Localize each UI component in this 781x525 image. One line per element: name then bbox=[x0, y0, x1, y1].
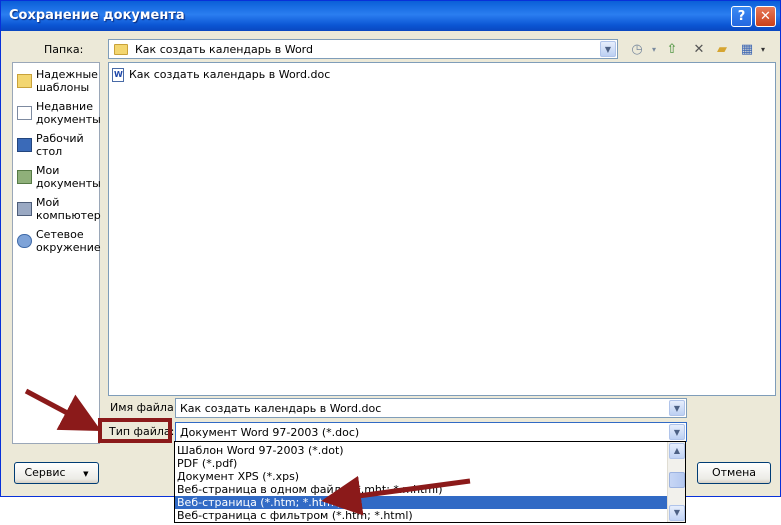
place-network[interactable]: Сетевое окружение bbox=[15, 228, 101, 258]
views-dropdown-icon[interactable]: ▾ bbox=[758, 42, 768, 58]
place-trusted-templates[interactable]: Надежные шаблоны bbox=[15, 68, 99, 98]
back-dropdown-icon[interactable]: ▾ bbox=[649, 42, 659, 58]
filetype-value: Документ Word 97-2003 (*.doc) bbox=[180, 426, 360, 439]
chevron-down-icon[interactable]: ▼ bbox=[600, 41, 616, 57]
place-my-documents[interactable]: Мои документы bbox=[15, 164, 101, 194]
triangle-down-icon: ▼ bbox=[83, 470, 89, 478]
up-folder-icon[interactable]: ⇧ bbox=[663, 42, 681, 58]
cancel-button[interactable]: Отмена bbox=[697, 462, 771, 484]
network-icon bbox=[17, 234, 32, 248]
folder-value: Как создать календарь в Word bbox=[135, 43, 313, 56]
place-label: Рабочий стол bbox=[36, 132, 84, 158]
places-bar: Надежные шаблоны Недавние документы Рабо… bbox=[12, 62, 101, 444]
folder-label: Папка: bbox=[44, 43, 84, 56]
place-desktop[interactable]: Рабочий стол bbox=[15, 132, 99, 162]
place-label: Мои документы bbox=[36, 164, 101, 190]
filename-value: Как создать календарь в Word.doc bbox=[180, 402, 382, 415]
service-button[interactable]: Сервис ▼ bbox=[14, 462, 99, 484]
filetype-option[interactable]: Веб-страница с фильтром (*.htm; *.html) bbox=[175, 509, 667, 522]
back-icon[interactable]: ◷ bbox=[629, 42, 645, 58]
file-name: Как создать календарь в Word.doc bbox=[129, 68, 331, 81]
window-title: Сохранение документа bbox=[9, 8, 185, 23]
my-computer-icon bbox=[17, 202, 32, 216]
delete-icon[interactable]: ✕ bbox=[691, 42, 707, 58]
chevron-down-icon[interactable]: ▼ bbox=[669, 424, 685, 440]
filetype-option[interactable]: PDF (*.pdf) bbox=[175, 457, 667, 470]
views-icon[interactable]: ▦ bbox=[738, 42, 756, 58]
desktop-icon bbox=[17, 138, 32, 152]
file-list[interactable]: Как создать календарь в Word.doc bbox=[108, 62, 776, 396]
my-documents-icon bbox=[17, 170, 32, 184]
filetype-option-selected[interactable]: Веб-страница (*.htm; *.html) bbox=[175, 496, 667, 509]
recent-documents-icon bbox=[17, 106, 32, 120]
place-recent[interactable]: Недавние документы bbox=[15, 100, 101, 130]
filetype-select[interactable]: Документ Word 97-2003 (*.doc) ▼ bbox=[175, 422, 687, 442]
filename-label: Имя файла: bbox=[110, 401, 178, 414]
filetype-option[interactable]: Веб-страница в одном файле (*.mht; *.mht… bbox=[175, 483, 667, 496]
annotation-highlight-box bbox=[98, 418, 172, 443]
folder-icon bbox=[114, 44, 128, 55]
word-doc-icon bbox=[112, 68, 124, 82]
new-folder-icon[interactable]: ▰ bbox=[713, 42, 731, 58]
place-my-computer[interactable]: Мой компьютер bbox=[15, 196, 101, 226]
place-label: Сетевое окружение bbox=[36, 228, 101, 254]
filetype-option[interactable]: Шаблон Word 97-2003 (*.dot) bbox=[175, 444, 667, 457]
filetype-dropdown[interactable]: Шаблон Word 97-2003 (*.dot) PDF (*.pdf) … bbox=[174, 441, 686, 523]
filetype-option[interactable]: Документ XPS (*.xps) bbox=[175, 470, 667, 483]
folder-combo[interactable]: Как создать календарь в Word ▼ bbox=[108, 39, 618, 59]
place-label: Мой компьютер bbox=[36, 196, 101, 222]
trusted-templates-icon bbox=[17, 74, 32, 88]
help-button[interactable]: ? bbox=[731, 6, 752, 27]
dropdown-scrollbar[interactable]: ▲ ▼ bbox=[667, 442, 685, 522]
close-button[interactable]: ✕ bbox=[755, 6, 776, 27]
scroll-up-icon[interactable]: ▲ bbox=[669, 443, 685, 459]
place-label: Недавние документы bbox=[36, 100, 101, 126]
chevron-down-icon[interactable]: ▼ bbox=[669, 400, 685, 416]
service-button-label: Сервис bbox=[24, 466, 66, 479]
filename-input[interactable]: Как создать календарь в Word.doc ▼ bbox=[175, 398, 687, 418]
scroll-down-icon[interactable]: ▼ bbox=[669, 505, 685, 521]
scroll-thumb[interactable] bbox=[669, 472, 685, 488]
place-label: Надежные шаблоны bbox=[36, 68, 98, 94]
title-bar: Сохранение документа ? ✕ bbox=[1, 1, 780, 31]
